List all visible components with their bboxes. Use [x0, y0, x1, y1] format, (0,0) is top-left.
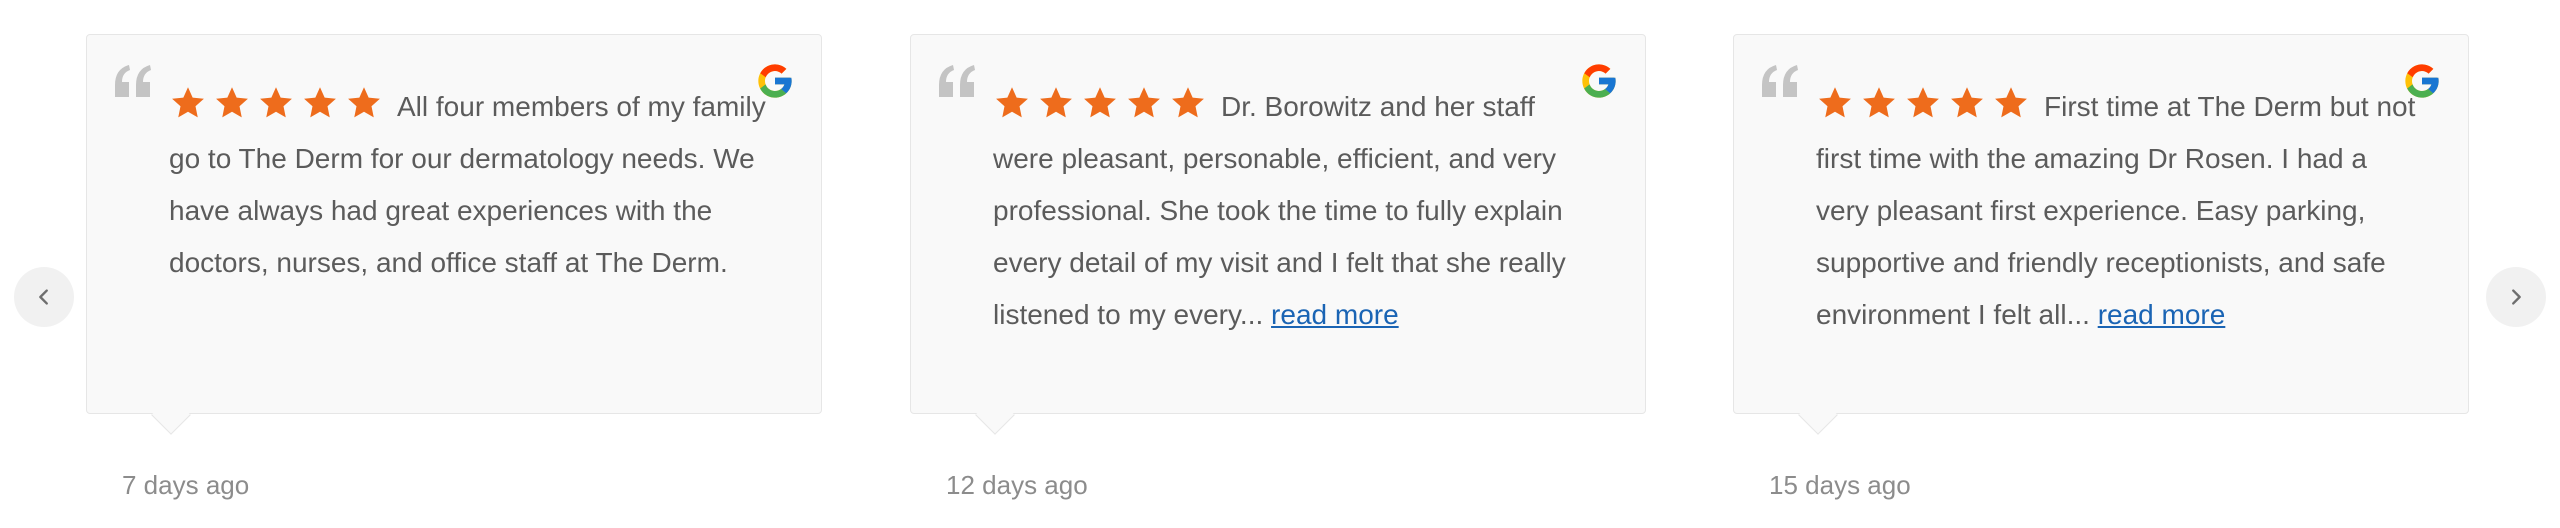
card-pointer [151, 395, 191, 435]
star-icon [260, 87, 292, 118]
review-body: First time at The Derm but not first tim… [1816, 81, 2416, 341]
chevron-right-icon [2512, 289, 2521, 305]
read-more-link[interactable]: read more [1271, 299, 1399, 330]
chevron-left-icon [39, 289, 48, 305]
review-card: First time at The Derm but not first tim… [1733, 34, 2469, 435]
star-icon [1040, 87, 1072, 118]
star-rating [1816, 85, 2030, 121]
review-card: All four members of my family go to The … [86, 34, 822, 435]
star-icon [1172, 87, 1204, 118]
review-body: All four members of my family go to The … [169, 81, 769, 289]
read-more-link[interactable]: read more [2098, 299, 2226, 330]
review-card: Dr. Borowitz and her staff were pleasant… [910, 34, 1646, 435]
next-button[interactable] [2486, 267, 2546, 327]
star-icon [1863, 87, 1895, 118]
star-icon [996, 87, 1028, 118]
card-pointer [975, 395, 1015, 435]
review-date: 7 days ago [122, 470, 250, 500]
quote-icon [1762, 65, 1798, 97]
review-date: 12 days ago [946, 470, 1088, 500]
quote-icon [115, 65, 151, 97]
review-item: First time at The Derm but not first tim… [1733, 34, 2469, 500]
star-icon [1951, 87, 1983, 118]
review-body: Dr. Borowitz and her staff were pleasant… [993, 81, 1593, 341]
review-date: 15 days ago [1769, 470, 1911, 500]
star-icon [1084, 87, 1116, 118]
card-pointer [1798, 395, 1838, 435]
star-icon [1819, 87, 1851, 118]
review-text: First time at The Derm but not first tim… [1816, 91, 2416, 330]
reviews-carousel: All four members of my family go to The … [0, 0, 2560, 528]
star-icon [304, 87, 336, 118]
review-text: Dr. Borowitz and her staff were pleasant… [993, 91, 1566, 330]
star-rating [993, 85, 1207, 121]
star-icon [1128, 87, 1160, 118]
star-icon [348, 87, 380, 118]
star-icon [172, 87, 204, 118]
quote-icon [939, 65, 975, 97]
star-icon [216, 87, 248, 118]
star-icon [1907, 87, 1939, 118]
review-item: Dr. Borowitz and her staff were pleasant… [910, 34, 1646, 500]
star-icon [1995, 87, 2027, 118]
review-item: All four members of my family go to The … [86, 34, 822, 500]
star-rating [169, 85, 383, 121]
previous-button[interactable] [14, 267, 74, 327]
